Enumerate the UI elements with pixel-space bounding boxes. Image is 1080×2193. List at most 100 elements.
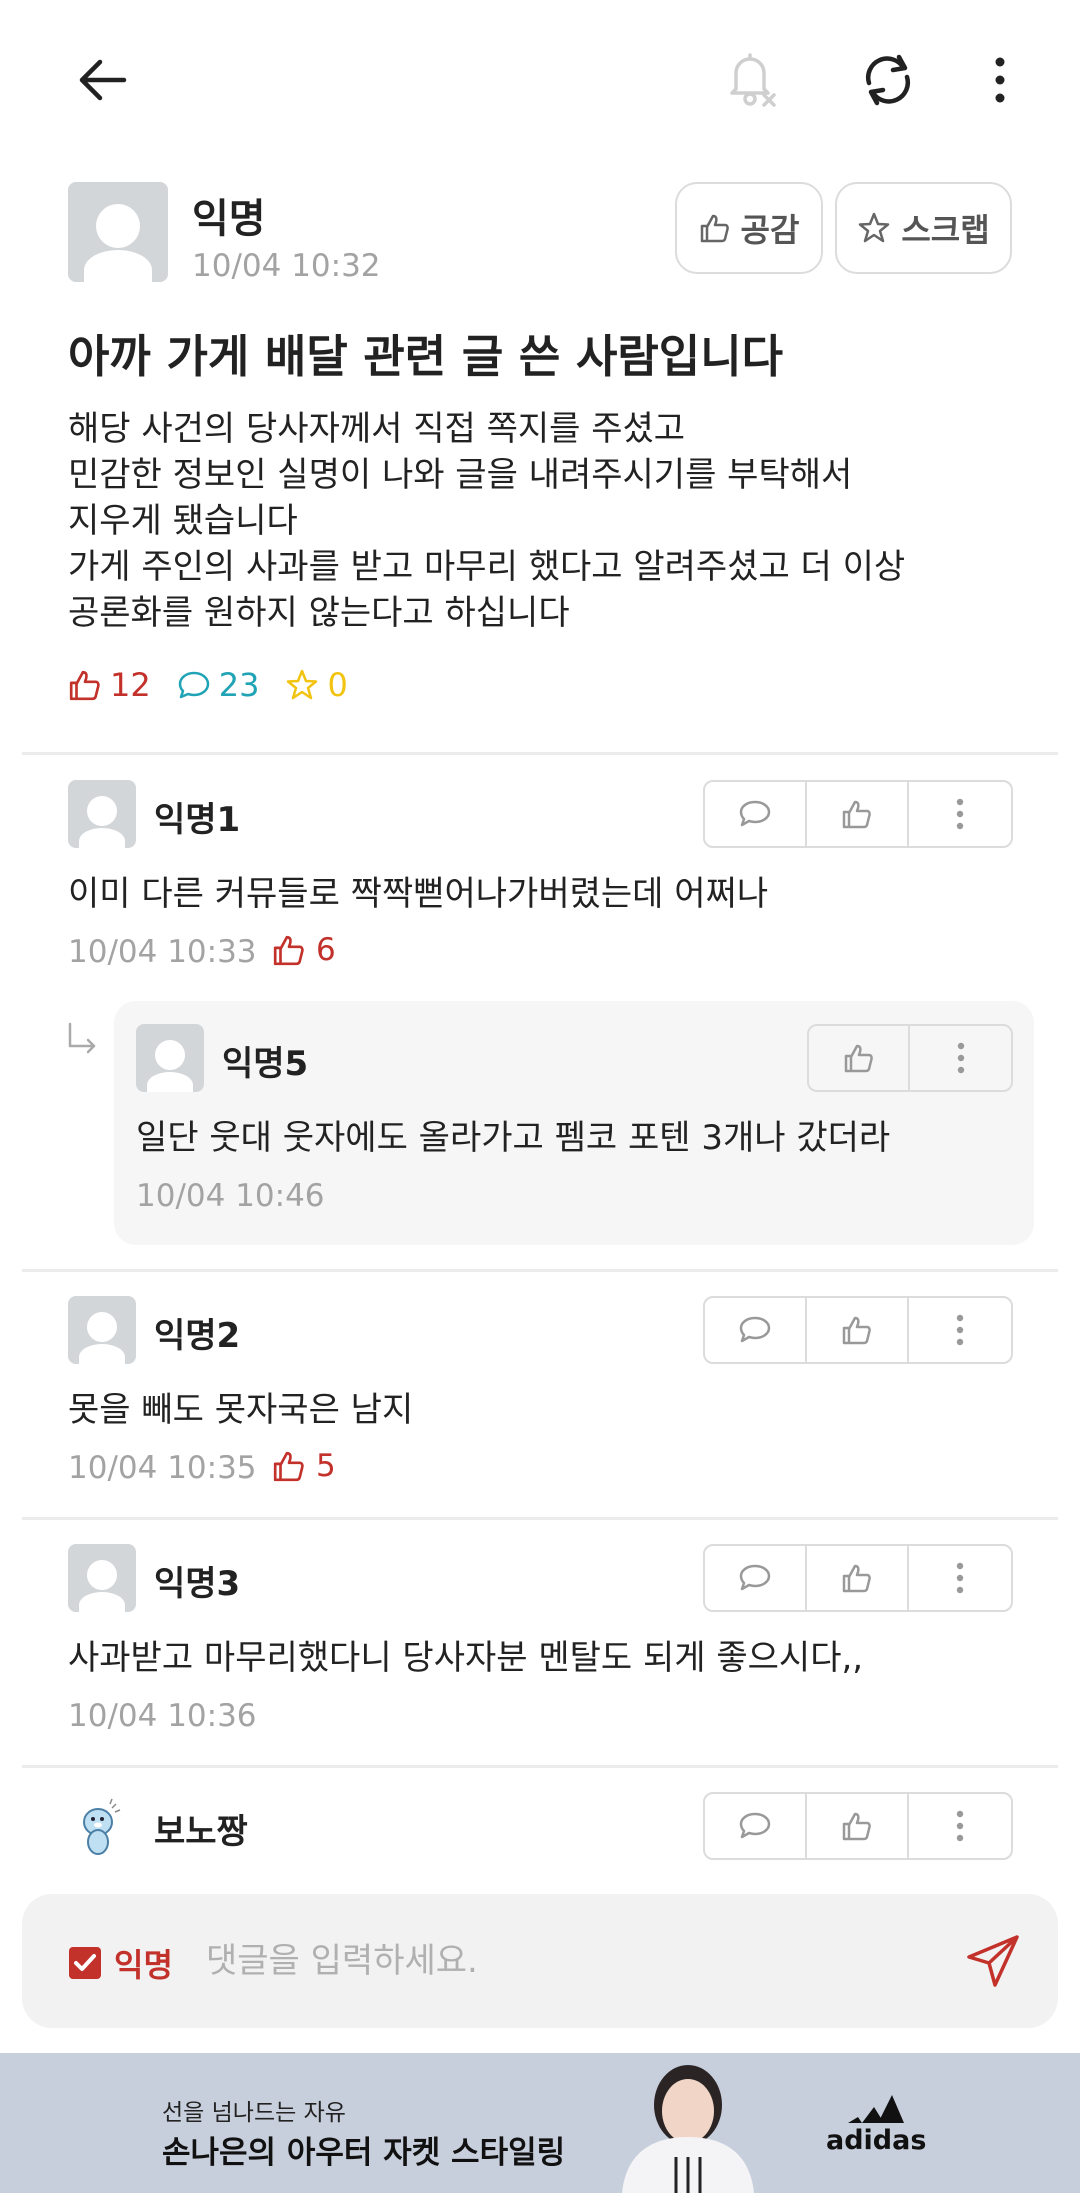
post-body: 해당 사건의 당사자께서 직접 쪽지를 주셨고 민감한 정보인 실명이 나와 글… [68,406,905,636]
like-button-label: 공감 [740,211,800,249]
comment-author: 익명5 [222,1044,309,1084]
comment-date: 10/04 10:35 [68,1450,257,1486]
adidas-logo-icon [848,2095,905,2123]
comment-actions [703,1544,1013,1612]
thumbs-up-icon [842,1316,871,1345]
thumbs-up-icon [842,1812,871,1841]
scrap-count: 0 [285,666,348,704]
comment-actions [703,1792,1013,1860]
comment-more-button[interactable] [910,1026,1011,1090]
comment-like-count: 6 [272,932,336,968]
more-vertical-icon [956,1314,964,1346]
comment-more-button[interactable] [909,1794,1011,1858]
comment-like-button[interactable] [807,782,909,846]
post-body-line: 지우게 됐습니다 [68,501,298,541]
comment-count-value: 23 [218,666,260,704]
comment-text: 이미 다른 커뮤들로 짝짝뻗어나가버렸는데 어쩌나 [68,874,769,914]
comment-like-count: 5 [272,1448,336,1484]
comment-like-button[interactable] [807,1794,909,1858]
comment-more-button[interactable] [909,782,1011,846]
avatar [68,1792,136,1860]
comment-like-count-value: 5 [316,1448,336,1484]
comment-actions [703,1296,1013,1364]
more-vertical-icon [957,1042,964,1074]
reply-button[interactable] [705,1546,807,1610]
comment-author: 보노짱 [154,1812,248,1852]
thumbs-up-icon [844,1044,873,1073]
more-vertical-icon [956,798,964,830]
thumbs-up-icon [273,1451,304,1482]
post-body-line: 해당 사건의 당사자께서 직접 쪽지를 주셨고 [68,409,686,449]
comment-like-button[interactable] [809,1026,911,1090]
reply-button[interactable] [705,1794,807,1858]
comment-author: 익명2 [154,1316,241,1356]
thumbs-up-icon [273,935,304,966]
scrap-count-value: 0 [327,666,348,704]
ad-subtitle: 선을 넘나드는 자유 [162,2100,346,2126]
send-icon [967,1935,1019,1987]
star-icon [859,212,890,243]
thumbs-up-icon [842,1564,871,1593]
send-button[interactable] [958,1926,1028,1996]
anonymous-label: 익명 [114,1946,173,1984]
comment-like-count-value: 6 [316,932,336,968]
speech-bubble-icon [739,1812,771,1839]
refresh-icon[interactable] [848,40,928,120]
comment-actions [703,780,1013,848]
avatar [68,182,168,282]
comment-like-button[interactable] [807,1546,909,1610]
comment-input-bar: 익명 [22,1894,1058,2028]
speech-bubble-icon [739,1564,771,1591]
bell-off-icon[interactable] [712,40,792,120]
comment-date: 10/04 10:36 [68,1698,257,1734]
like-count: 12 [68,666,151,704]
comment-text: 사과받고 마무리했다니 당사자분 멘탈도 되게 좋으시다,, [68,1638,864,1678]
star-icon [287,669,318,700]
avatar [68,1544,136,1612]
ad-brand-text: adidas [826,2125,927,2156]
comment-input[interactable] [206,1930,946,1992]
thumbs-up-icon [842,800,871,829]
comment-date: 10/04 10:33 [68,934,257,970]
more-vertical-icon[interactable] [960,40,1040,120]
comment-more-button[interactable] [909,1298,1011,1362]
comment-author: 익명1 [154,800,241,840]
like-button[interactable]: 공감 [675,182,823,274]
speech-bubble-icon [739,800,771,827]
scrap-button[interactable]: 스크랩 [835,182,1012,274]
post-author: 익명 [192,196,266,242]
post-stats: 12 23 0 [68,666,348,704]
post-body-line: 공론화를 원하지 않는다고 하십니다 [68,593,570,633]
ad-model-image [622,2065,754,2193]
divider [22,1517,1058,1520]
reply-arrow-icon [68,1022,96,1054]
more-vertical-icon [956,1562,964,1594]
comment-more-button[interactable] [909,1546,1011,1610]
comment-actions [807,1024,1013,1092]
comment-like-button[interactable] [807,1298,909,1362]
thumbs-up-icon [700,214,729,243]
more-vertical-icon [956,1810,964,1842]
divider [22,752,1058,755]
ad-banner[interactable]: 선을 넘나드는 자유 손나은의 아우터 자켓 스타일링 adidas [0,2053,1080,2193]
reply-button[interactable] [705,782,807,846]
like-count-value: 12 [110,666,151,704]
top-bar [0,0,1080,160]
comment-count: 23 [177,666,260,704]
comment-author: 익명3 [154,1564,241,1604]
divider [22,1765,1058,1768]
speech-bubble-icon [739,1316,771,1343]
ad-headline: 손나은의 아우터 자켓 스타일링 [162,2135,566,2171]
divider [22,1269,1058,1272]
thumbs-up-icon [69,670,100,701]
post-body-line: 민감한 정보인 실명이 나와 글을 내려주시기를 부탁해서 [68,455,853,495]
post-title: 아까 가게 배달 관련 글 쓴 사람입니다 [68,330,784,383]
anonymous-toggle[interactable]: 익명 [68,1940,173,1986]
comment-date: 10/04 10:46 [136,1178,325,1214]
avatar [68,780,136,848]
comment-text: 일단 웃대 웃자에도 올라가고 펨코 포텐 3개나 갔더라 [136,1118,891,1158]
avatar [136,1024,204,1092]
comment-text: 못을 빼도 못자국은 남지 [68,1390,414,1430]
reply-button[interactable] [705,1298,807,1362]
arrow-left-icon[interactable] [62,40,142,120]
